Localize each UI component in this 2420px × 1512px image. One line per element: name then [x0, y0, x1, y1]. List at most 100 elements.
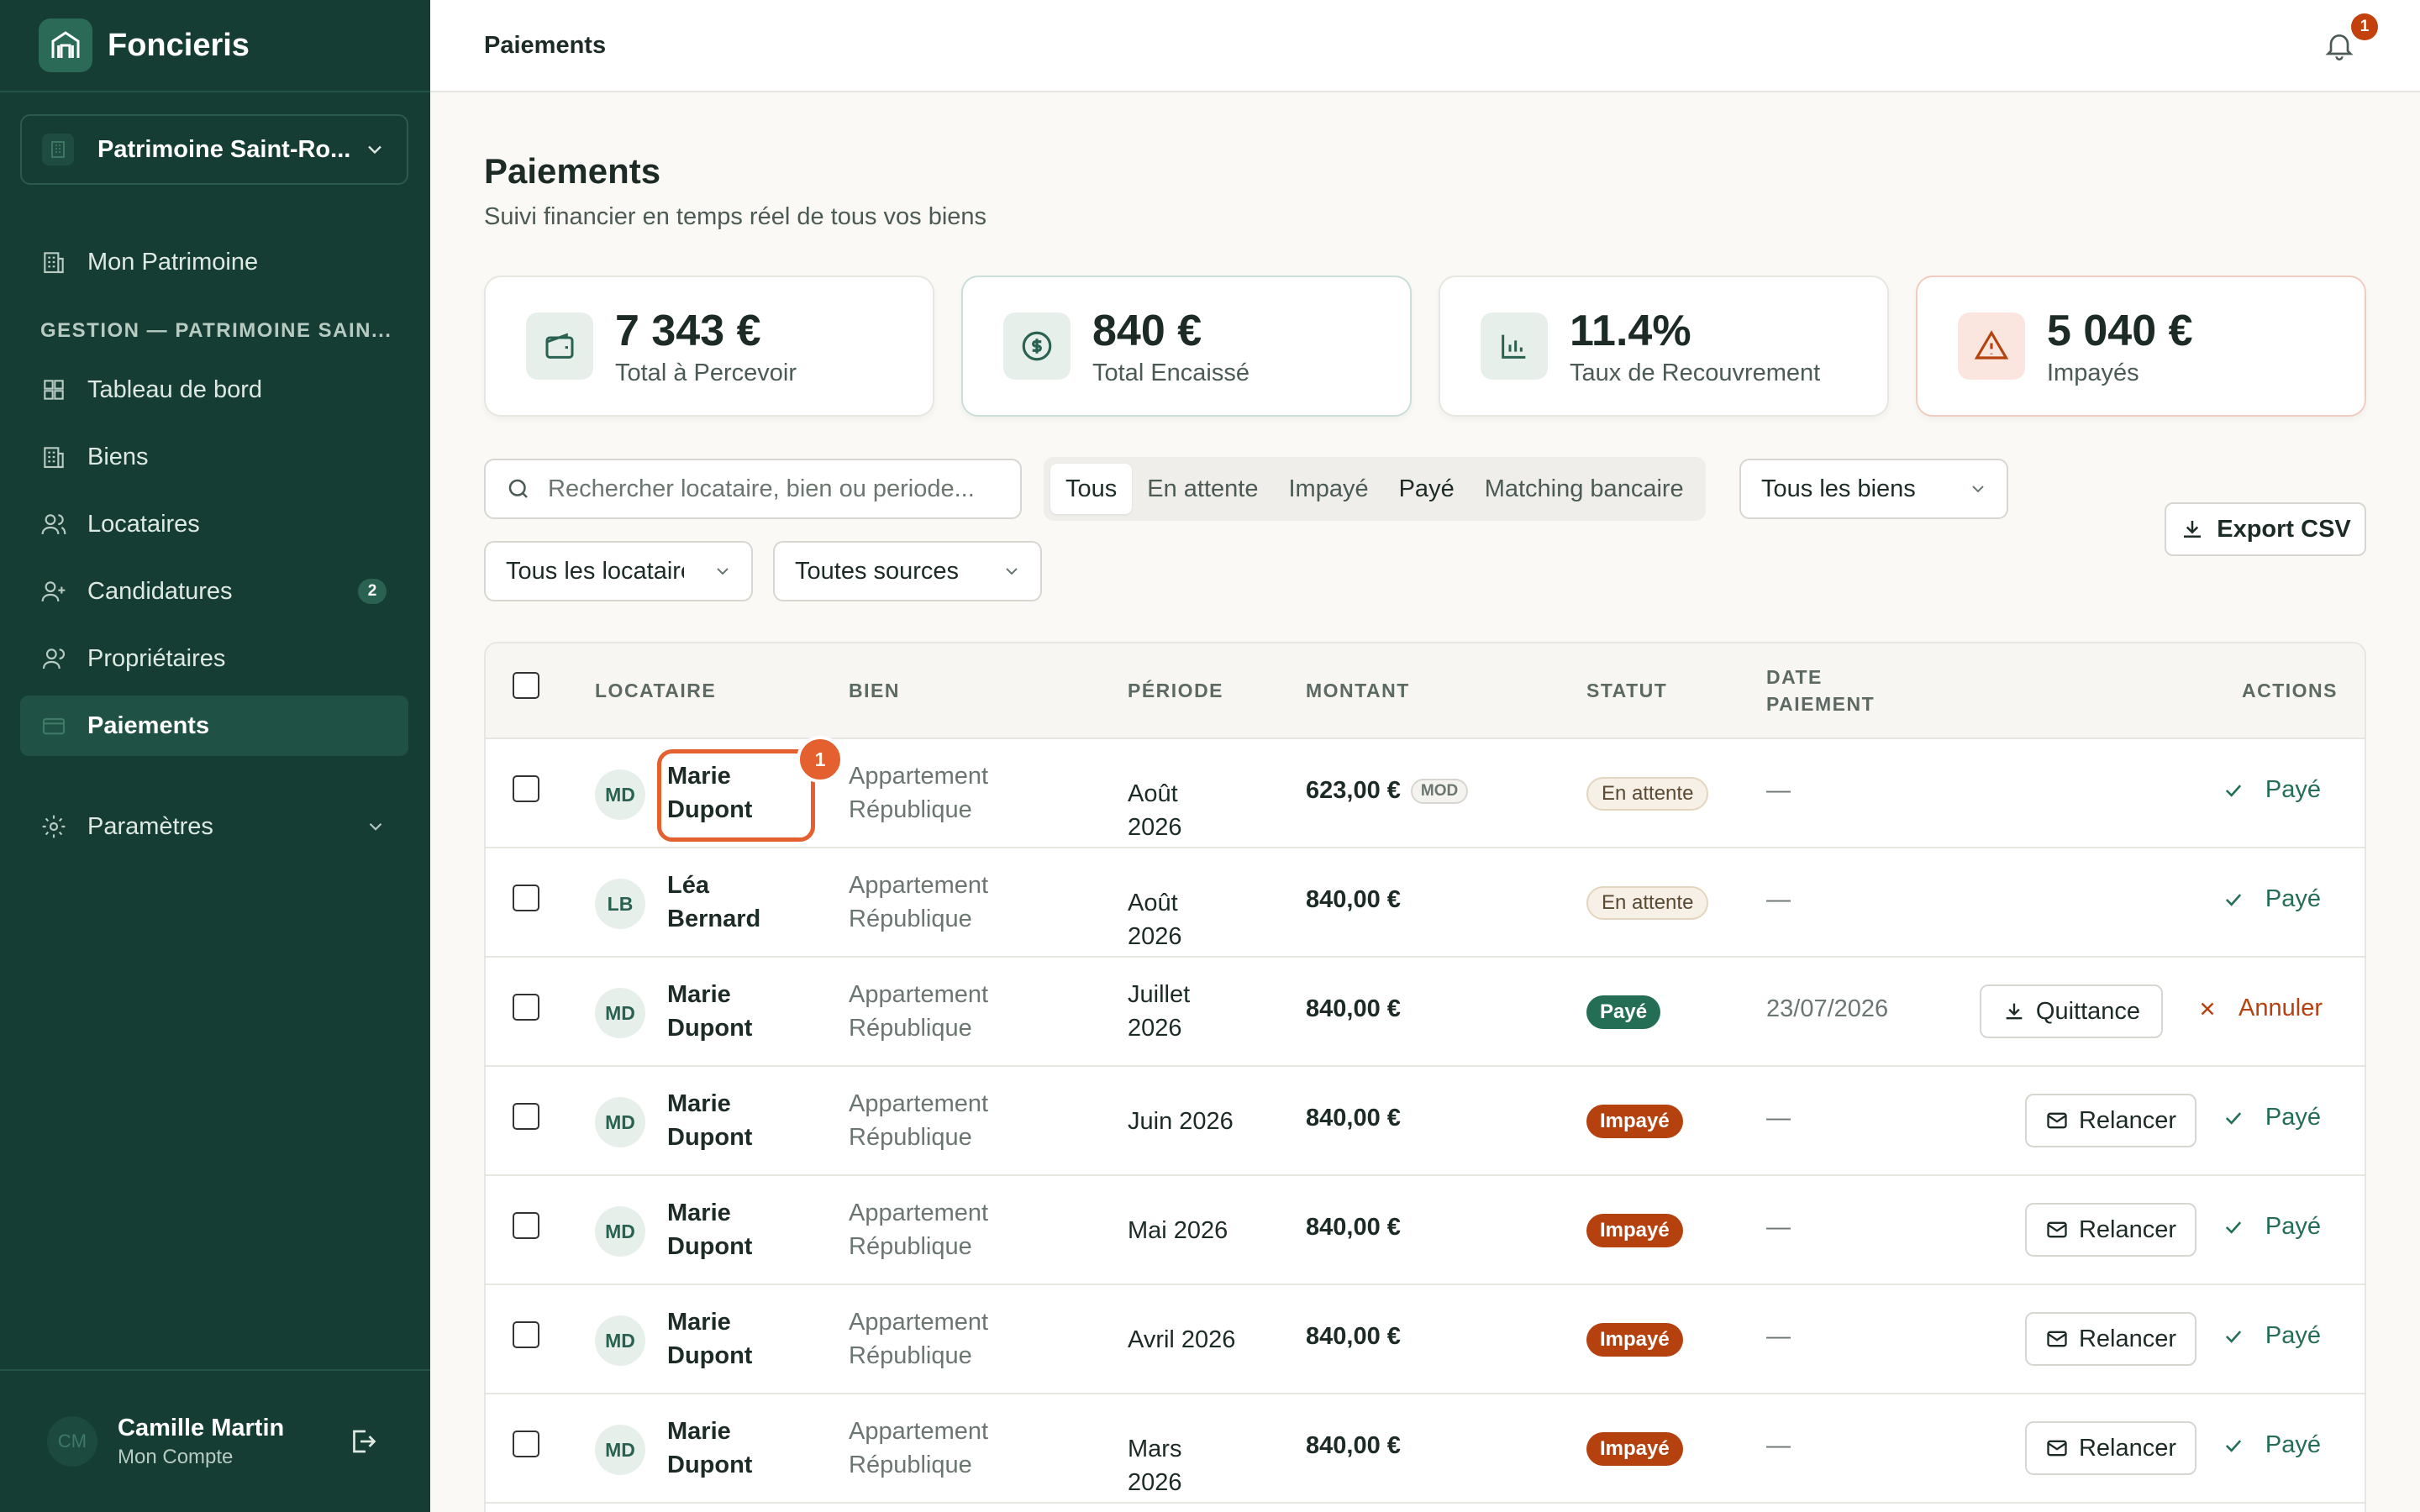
- cancel-button[interactable]: Annuler: [2196, 995, 2323, 1022]
- remind-button[interactable]: Relancer: [2025, 1312, 2196, 1366]
- amount: 840,00 €: [1306, 1105, 1401, 1131]
- tenant-name[interactable]: Marie Dupont: [667, 978, 776, 1045]
- select-all-checkbox[interactable]: [513, 672, 539, 699]
- property-line2: République: [849, 1015, 972, 1042]
- download-icon: [2184, 521, 2202, 538]
- property-name: Appartement République: [849, 1415, 1067, 1482]
- sidebar-item-proprietaires[interactable]: Propriétaires: [20, 628, 408, 689]
- remind-button[interactable]: Relancer: [2025, 1421, 2196, 1475]
- stat-value: 7 343 €: [615, 306, 761, 355]
- amount: 840,00 €: [1306, 995, 1401, 1022]
- topbar: Paiements 1: [430, 0, 2420, 92]
- wallet-icon: [526, 312, 593, 380]
- row-checkbox[interactable]: [513, 775, 539, 802]
- property-line1: Appartement: [849, 872, 989, 899]
- payment-date: —: [1766, 777, 1791, 804]
- table-row[interactable]: MD Marie Dupont Appartement République Jui…: [486, 958, 2365, 1067]
- column-header-property[interactable]: BIEN: [849, 677, 900, 704]
- sidebar-item-label: Locataires: [87, 510, 200, 538]
- table-row[interactable]: LB Léa Bernard Appartement République Août…: [486, 848, 2365, 958]
- search-placeholder: Rechercher locataire, bien ou periode...: [548, 475, 975, 502]
- user-subtitle: Mon Compte: [118, 1445, 234, 1468]
- building-icon: [44, 252, 64, 274]
- column-header-date-line2[interactable]: PAIEMENT: [1766, 690, 1875, 717]
- table-row[interactable]: MD Marie Dupont Appartement République Aoû…: [486, 736, 2365, 848]
- tenant-select[interactable]: Tous les locataires: [484, 541, 753, 601]
- row-checkbox[interactable]: [513, 1212, 539, 1239]
- receipt-button[interactable]: Quittance: [1980, 984, 2163, 1038]
- logout-icon[interactable]: [348, 1426, 378, 1457]
- bell-icon[interactable]: [2323, 29, 2356, 62]
- payment-date: —: [1766, 886, 1791, 913]
- breadcrumb: Paiements: [484, 32, 607, 59]
- column-header-tenant[interactable]: LOCATAIRE: [595, 677, 716, 704]
- table-row[interactable]: MD Marie Dupont Appartement République Jui…: [486, 1067, 2365, 1176]
- table-row[interactable]: MD Marie Dupont Appartement République Mai…: [486, 1176, 2365, 1285]
- sidebar-item-candidatures[interactable]: Candidatures 2: [20, 561, 408, 622]
- mark-paid-button[interactable]: Payé: [2222, 885, 2321, 913]
- property-name: Appartement République: [849, 869, 1067, 936]
- tenant-last-name: Dupont: [667, 1233, 753, 1260]
- source-select[interactable]: Toutes sources: [773, 541, 1042, 601]
- sidebar-item-tableau-de-bord[interactable]: Tableau de bord: [20, 360, 408, 420]
- sidebar-item-biens[interactable]: Biens: [20, 427, 408, 487]
- row-checkbox[interactable]: [513, 994, 539, 1021]
- property-line1: Appartement: [849, 1200, 989, 1226]
- tenant-name[interactable]: Léa Bernard: [667, 869, 776, 936]
- sidebar-item-mon-patrimoine[interactable]: Mon Patrimoine: [20, 232, 408, 292]
- tenant-last-name: Dupont: [667, 1342, 753, 1369]
- gear-icon: [42, 815, 66, 838]
- row-checkbox[interactable]: [513, 885, 539, 911]
- mark-paid-button[interactable]: Payé: [2222, 776, 2321, 804]
- highlight-box: [657, 749, 815, 842]
- table-row[interactable]: MD Marie Dupont Appartement République Avr…: [486, 1285, 2365, 1394]
- property-select[interactable]: Tous les biens: [1739, 459, 2008, 519]
- sidebar-item-parametres[interactable]: Paramètres: [20, 796, 408, 857]
- search-input[interactable]: Rechercher locataire, bien ou periode...: [484, 459, 1022, 519]
- tenant-name[interactable]: Marie Dupont: [667, 1305, 776, 1373]
- tab-tous[interactable]: Tous: [1050, 464, 1133, 514]
- row-checkbox[interactable]: [513, 1431, 539, 1457]
- sidebar-item-label: Mon Patrimoine: [87, 248, 259, 276]
- sidebar: Foncieris Patrimoine Saint-Ro... Mon Pat…: [0, 0, 430, 1512]
- column-header-period[interactable]: PÉRIODE: [1128, 677, 1223, 704]
- mark-paid-button[interactable]: Payé: [2222, 1104, 2321, 1131]
- workspace-selector[interactable]: Patrimoine Saint-Ro...: [20, 114, 408, 185]
- remind-button[interactable]: Relancer: [2025, 1094, 2196, 1147]
- export-csv-button[interactable]: Export CSV: [2165, 502, 2366, 556]
- mark-paid-button[interactable]: Payé: [2222, 1322, 2321, 1350]
- column-header-amount[interactable]: MONTANT: [1306, 677, 1410, 704]
- table-row[interactable]: MD Marie Dupont Appartement République Mar…: [486, 1394, 2365, 1504]
- tab-paye[interactable]: Payé: [1384, 464, 1470, 514]
- column-header-status[interactable]: STATUT: [1586, 677, 1667, 704]
- tenant-first-name: Marie: [667, 1418, 731, 1445]
- section-label: GESTION — PATRIMOINE SAIN...: [40, 319, 392, 342]
- stat-card-total-encaisse: 840 € Total Encaissé: [961, 276, 1412, 417]
- sidebar-item-locataires[interactable]: Locataires: [20, 494, 408, 554]
- status-badge: Impayé: [1586, 1105, 1683, 1138]
- payment-date: —: [1766, 1323, 1791, 1350]
- payment-date: —: [1766, 1214, 1791, 1241]
- period: Avril 2026: [1128, 1326, 1236, 1353]
- user-account[interactable]: CM Camille Martin Mon Compte: [0, 1369, 430, 1512]
- tab-matching-bancaire[interactable]: Matching bancaire: [1470, 464, 1699, 514]
- sidebar-item-label: Paramètres: [87, 812, 213, 840]
- mark-paid-button[interactable]: Payé: [2222, 1431, 2321, 1459]
- row-checkbox[interactable]: [513, 1321, 539, 1348]
- remind-button[interactable]: Relancer: [2025, 1203, 2196, 1257]
- status-badge: En attente: [1586, 886, 1709, 920]
- column-header-date-line1[interactable]: DATE: [1766, 664, 1823, 690]
- tenant-name[interactable]: Marie Dupont: [667, 1087, 776, 1154]
- tab-en-attente[interactable]: En attente: [1132, 464, 1273, 514]
- tenant-name[interactable]: Marie Dupont: [667, 1415, 776, 1482]
- sidebar-item-paiements[interactable]: Paiements: [20, 696, 408, 756]
- mark-paid-button[interactable]: Payé: [2222, 1213, 2321, 1241]
- row-checkbox[interactable]: [513, 1103, 539, 1130]
- building-icon: [42, 134, 74, 165]
- property-line2: République: [849, 796, 972, 823]
- period: Mars 2026: [1128, 1436, 1182, 1496]
- tenant-name[interactable]: Marie Dupont: [667, 1196, 776, 1263]
- brand[interactable]: Foncieris: [0, 0, 430, 92]
- tab-impaye[interactable]: Impayé: [1273, 464, 1383, 514]
- chevron-down-icon: [717, 568, 729, 575]
